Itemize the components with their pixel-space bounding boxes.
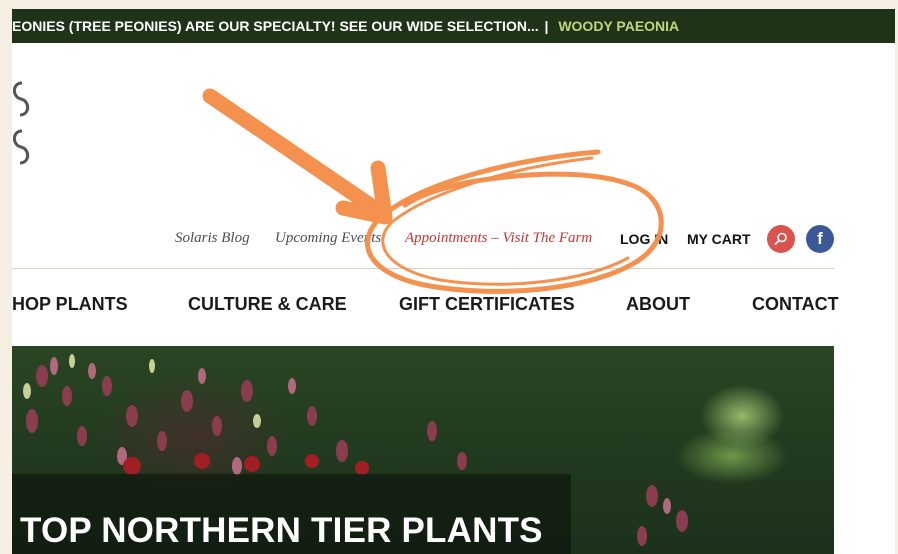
appointments-link[interactable]: Appointments – Visit The Farm: [405, 230, 592, 247]
search-icon: [774, 232, 787, 245]
site-logo[interactable]: [12, 77, 32, 173]
promo-banner[interactable]: EONIES (TREE PEONIES) ARE OUR SPECIALTY!…: [12, 9, 895, 43]
search-button[interactable]: [767, 225, 795, 253]
solaris-blog-link[interactable]: Solaris Blog: [175, 230, 250, 247]
main-nav: HOP PLANTS CULTURE & CARE GIFT CERTIFICA…: [12, 294, 895, 318]
facebook-icon: f: [817, 229, 823, 248]
banner-brand-link[interactable]: WOODY PAEONIA: [558, 18, 679, 34]
nav-about[interactable]: ABOUT: [626, 294, 690, 315]
hero-banner[interactable]: TOP NORTHERN TIER PLANTS: [12, 346, 834, 554]
utility-nav: Solaris Blog Upcoming Events Appointment…: [12, 230, 895, 250]
nav-culture-care[interactable]: CULTURE & CARE: [188, 294, 347, 315]
nav-shop-plants[interactable]: HOP PLANTS: [12, 294, 128, 315]
banner-message[interactable]: EONIES (TREE PEONIES) ARE OUR SPECIALTY!…: [12, 18, 539, 34]
facebook-button[interactable]: f: [806, 225, 834, 253]
header-divider: [12, 268, 834, 269]
web-page: EONIES (TREE PEONIES) ARE OUR SPECIALTY!…: [12, 9, 895, 554]
nav-contact[interactable]: CONTACT: [752, 294, 839, 315]
my-cart-link[interactable]: MY CART: [687, 231, 751, 247]
nav-gift-certificates[interactable]: GIFT CERTIFICATES: [399, 294, 575, 315]
upcoming-events-link[interactable]: Upcoming Events: [275, 230, 381, 247]
hero-title: TOP NORTHERN TIER PLANTS: [20, 511, 543, 550]
login-link[interactable]: LOG IN: [620, 231, 668, 247]
banner-separator: |: [544, 18, 549, 34]
